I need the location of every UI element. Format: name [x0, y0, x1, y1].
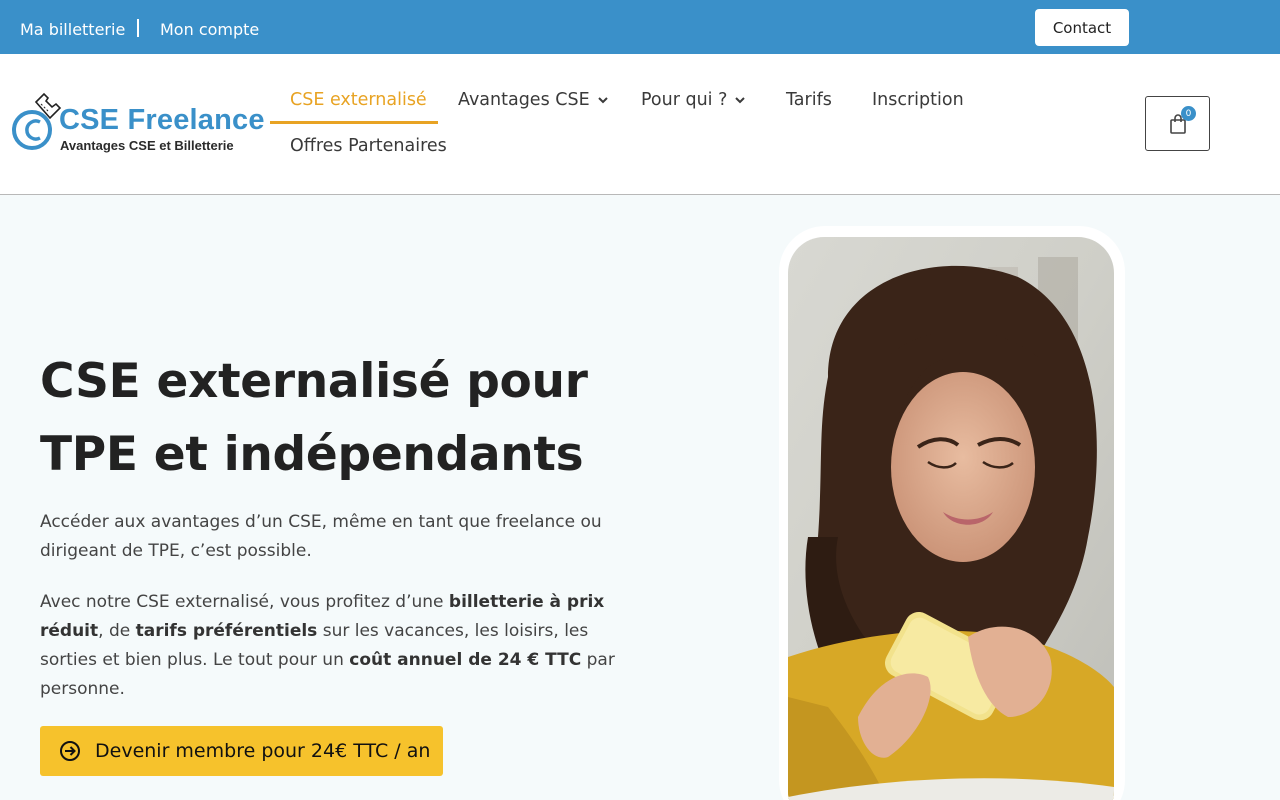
- para-bold-tarifs: tarifs préférentiels: [135, 621, 318, 641]
- hero-details-paragraph: Avec notre CSE externalisé, vous profite…: [40, 588, 640, 704]
- become-member-label: Devenir membre pour 24€ TTC / an: [95, 740, 431, 762]
- top-bar: Ma billetterie Mon compte Contact: [0, 0, 1280, 54]
- arrow-circle-right-icon: [60, 741, 80, 761]
- hero-intro-paragraph: Accéder aux avantages d’un CSE, même en …: [40, 512, 602, 561]
- nav-label: Tarifs: [786, 90, 832, 110]
- nav-label: CSE externalisé: [290, 90, 427, 110]
- become-member-button[interactable]: Devenir membre pour 24€ TTC / an: [40, 726, 443, 776]
- ticket-c-logo-icon: [12, 92, 62, 150]
- cart-button[interactable]: 0: [1145, 96, 1210, 151]
- hero-title: CSE externalisé pour TPE et indépendants: [40, 345, 660, 491]
- nav-label: Pour qui ?: [641, 90, 728, 110]
- main-header: CSE Freelance Avantages CSE et Billetter…: [0, 54, 1280, 195]
- para-text: , de: [98, 621, 136, 641]
- para-text: Avec notre CSE externalisé, vous profite…: [40, 592, 449, 612]
- cart-count-badge: 0: [1181, 106, 1196, 121]
- ma-billetterie-link[interactable]: Ma billetterie: [20, 20, 125, 39]
- site-logo[interactable]: CSE Freelance Avantages CSE et Billetter…: [12, 92, 265, 158]
- top-bar-separator: [137, 19, 139, 37]
- nav-label: Offres Partenaires: [290, 136, 447, 156]
- nav-avantages-cse[interactable]: Avantages CSE: [458, 90, 608, 110]
- logo-subtitle: Avantages CSE et Billetterie: [60, 138, 234, 153]
- hero-title-line-1: CSE externalisé pour: [40, 354, 588, 409]
- chevron-down-icon: [597, 97, 608, 104]
- contact-button[interactable]: Contact: [1035, 9, 1129, 46]
- chevron-down-icon: [735, 97, 746, 104]
- para-bold-cout: coût annuel de 24 € TTC: [349, 650, 582, 670]
- logo-title: CSE Freelance: [59, 104, 265, 136]
- nav-label: Avantages CSE: [458, 90, 590, 110]
- nav-cse-externalise[interactable]: CSE externalisé: [290, 90, 427, 110]
- mon-compte-link[interactable]: Mon compte: [160, 20, 259, 39]
- hero-photo-illustration: [788, 237, 1114, 800]
- nav-tarifs[interactable]: Tarifs: [786, 90, 832, 110]
- hero-title-line-2: TPE et indépendants: [40, 427, 584, 482]
- nav-label: Inscription: [872, 90, 964, 110]
- active-nav-underline: [270, 121, 438, 124]
- nav-pour-qui[interactable]: Pour qui ?: [641, 90, 746, 110]
- nav-offres-partenaires[interactable]: Offres Partenaires: [290, 136, 447, 156]
- nav-inscription[interactable]: Inscription: [872, 90, 964, 110]
- hero-photo-woman-with-phone: [788, 237, 1114, 800]
